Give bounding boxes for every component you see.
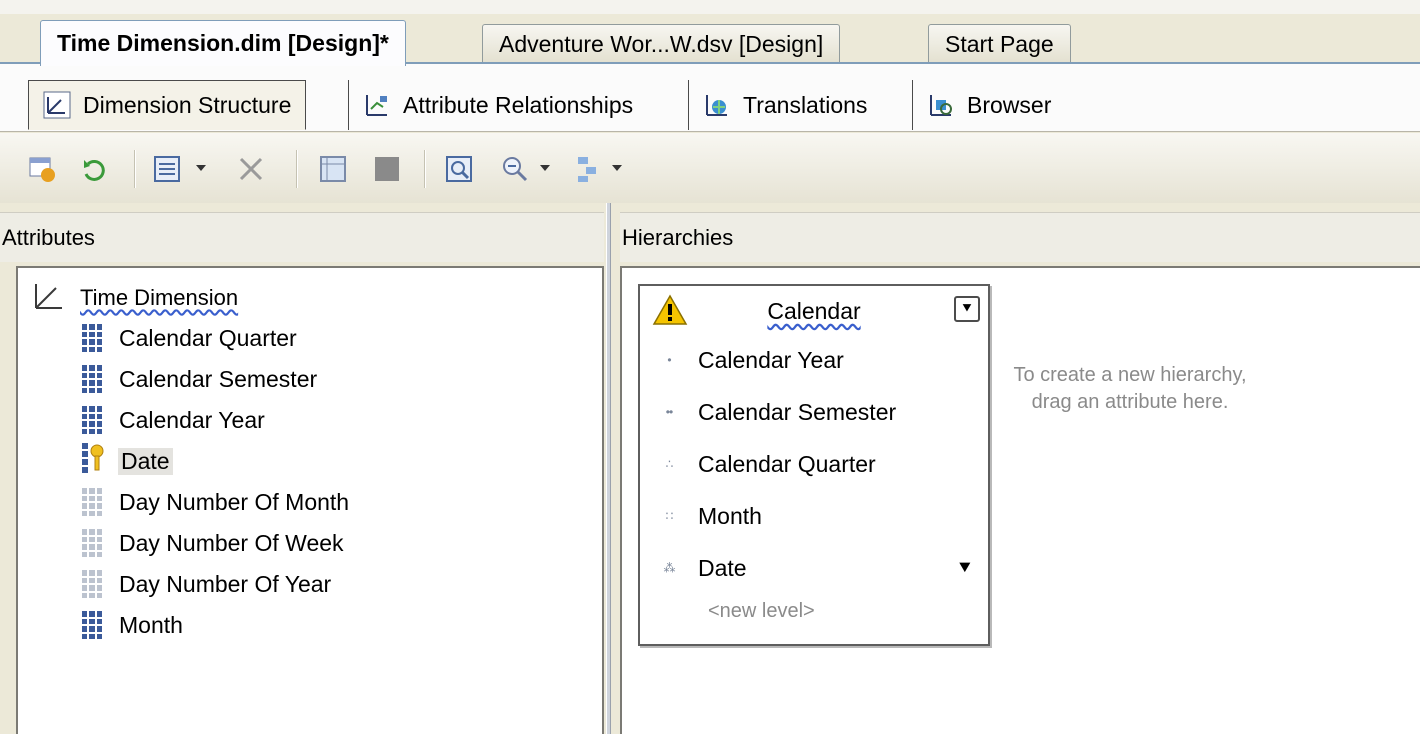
level-label: Month	[698, 502, 762, 529]
splitter-grip[interactable]	[606, 203, 611, 734]
designer-tab-bar: Dimension Structure Attribute Relationsh…	[0, 64, 1420, 132]
tab-label: Browser	[967, 91, 1052, 118]
tab-browser[interactable]: Browser	[912, 80, 1065, 130]
hierarchy-calendar[interactable]: Calendar ⯆ • Calendar Year •• Calendar S…	[638, 284, 990, 646]
toolbar-separator	[424, 150, 426, 188]
browser-icon	[927, 91, 955, 119]
hierarchy-level-date[interactable]: ⁂ Date ⯆	[640, 546, 988, 590]
tab-translations[interactable]: Translations	[688, 80, 881, 130]
tab-label: Translations	[743, 91, 868, 118]
tab-label: Dimension Structure	[83, 91, 292, 118]
attribute-item-calendar-semester[interactable]: Calendar Semester	[82, 359, 320, 399]
disabled-attribute-icon	[82, 529, 102, 557]
level-icon: ⁂	[663, 561, 676, 575]
attribute-icon	[82, 611, 102, 639]
tab-adventure-works-dsv[interactable]: Adventure Wor...W.dsv [Design]	[482, 24, 841, 64]
level-label: Calendar Year	[698, 346, 844, 373]
translations-icon	[703, 91, 731, 119]
key-attribute-icon	[82, 443, 104, 479]
attributes-pane-header: Attributes	[0, 212, 604, 262]
tab-attribute-relationships[interactable]: Attribute Relationships	[348, 80, 647, 130]
level-label: Date	[698, 554, 747, 581]
tab-start-page[interactable]: Start Page	[928, 24, 1071, 64]
hierarchy-level-month[interactable]: ∷ Month	[640, 494, 988, 538]
attribute-item-day-number-of-month[interactable]: Day Number Of Month	[82, 482, 352, 522]
level-icon: ••	[665, 405, 673, 419]
show-list-dropdown-icon[interactable]	[196, 165, 206, 171]
tab-time-dimension-design[interactable]: Time Dimension.dim [Design]*	[40, 20, 406, 66]
level-icon: ∷	[665, 509, 674, 523]
attributes-pane: Time Dimension Calendar Quarter Calendar…	[16, 266, 604, 734]
attribute-label: Month	[119, 611, 183, 638]
attributes-pane-title: Attributes	[2, 224, 95, 250]
drop-hint-text: To create a new hierarchy, drag an attri…	[1013, 364, 1247, 413]
level-label: Calendar Quarter	[698, 450, 876, 477]
level-icon: ∴	[665, 457, 674, 471]
add-table-icon[interactable]	[28, 154, 58, 184]
zoom-icon[interactable]	[500, 154, 530, 184]
show-list-icon[interactable]	[152, 154, 182, 184]
collapse-chevron-icon[interactable]: ⯆	[954, 296, 980, 322]
hierarchy-title-bar[interactable]: Calendar ⯆	[640, 286, 988, 338]
title-strip	[0, 0, 1420, 14]
tab-label: Time Dimension.dim [Design]*	[57, 30, 389, 56]
attribute-item-day-number-of-week[interactable]: Day Number Of Week	[82, 523, 347, 563]
tab-label: Start Page	[945, 31, 1054, 57]
disabled-attribute-icon	[82, 570, 102, 598]
disabled-attribute-icon	[82, 488, 102, 516]
level-icon: •	[667, 353, 671, 367]
attribute-label: Calendar Semester	[119, 365, 318, 392]
attribute-item-calendar-quarter[interactable]: Calendar Quarter	[82, 318, 300, 358]
arrange-icon[interactable]	[574, 154, 604, 184]
attribute-item-day-number-of-year[interactable]: Day Number Of Year	[82, 564, 334, 604]
attribute-label: Day Number Of Week	[119, 529, 344, 556]
attribute-label: Date	[118, 447, 173, 475]
attribute-item-calendar-year[interactable]: Calendar Year	[82, 400, 268, 440]
document-tab-bar: Time Dimension.dim [Design]* Adventure W…	[0, 14, 1420, 66]
dimension-structure-icon	[43, 91, 71, 119]
attribute-label: Day Number Of Month	[119, 488, 350, 515]
attribute-label: Day Number Of Year	[119, 570, 332, 597]
attribute-item-date[interactable]: Date	[82, 441, 173, 481]
attribute-label: Calendar Quarter	[119, 324, 297, 351]
attribute-label: Calendar Year	[119, 406, 265, 433]
dimension-root-node[interactable]: Time Dimension	[32, 280, 238, 316]
attribute-relationships-icon	[363, 91, 391, 119]
attribute-icon	[82, 365, 102, 393]
toolbar-separator	[134, 150, 136, 188]
stop-icon[interactable]	[372, 154, 402, 184]
attribute-icon	[82, 406, 102, 434]
show-grid-icon[interactable]	[318, 154, 348, 184]
pane-splitter[interactable]	[604, 203, 620, 734]
attribute-icon	[82, 324, 102, 352]
tab-label: Adventure Wor...W.dsv [Design]	[499, 31, 824, 57]
refresh-icon[interactable]	[80, 154, 110, 184]
hierarchy-level-calendar-semester[interactable]: •• Calendar Semester	[640, 390, 988, 434]
hierarchies-pane-title: Hierarchies	[622, 224, 734, 250]
delete-icon[interactable]	[236, 154, 266, 184]
hierarchy-name: Calendar	[767, 298, 861, 324]
zoom-fit-icon[interactable]	[444, 154, 474, 184]
hierarchy-level-calendar-quarter[interactable]: ∴ Calendar Quarter	[640, 442, 988, 486]
hierarchy-level-calendar-year[interactable]: • Calendar Year	[640, 338, 988, 382]
attribute-item-month[interactable]: Month	[82, 605, 186, 645]
new-level-placeholder[interactable]: <new level>	[708, 600, 815, 623]
zoom-dropdown-icon[interactable]	[540, 165, 550, 171]
tab-label: Attribute Relationships	[403, 91, 634, 118]
designer-toolbar	[0, 133, 1420, 203]
arrange-dropdown-icon[interactable]	[612, 165, 622, 171]
toolbar-separator	[296, 150, 298, 188]
tab-dimension-structure[interactable]: Dimension Structure	[28, 80, 307, 130]
level-label: Calendar Semester	[698, 398, 897, 425]
dimension-root-label: Time Dimension	[80, 285, 239, 310]
hierarchies-pane-header: Hierarchies	[620, 212, 1420, 262]
dimension-icon	[32, 280, 66, 316]
scroll-down-chevron-icon[interactable]: ⯆	[958, 558, 972, 579]
hierarchies-pane: Calendar ⯆ • Calendar Year •• Calendar S…	[620, 266, 1420, 734]
